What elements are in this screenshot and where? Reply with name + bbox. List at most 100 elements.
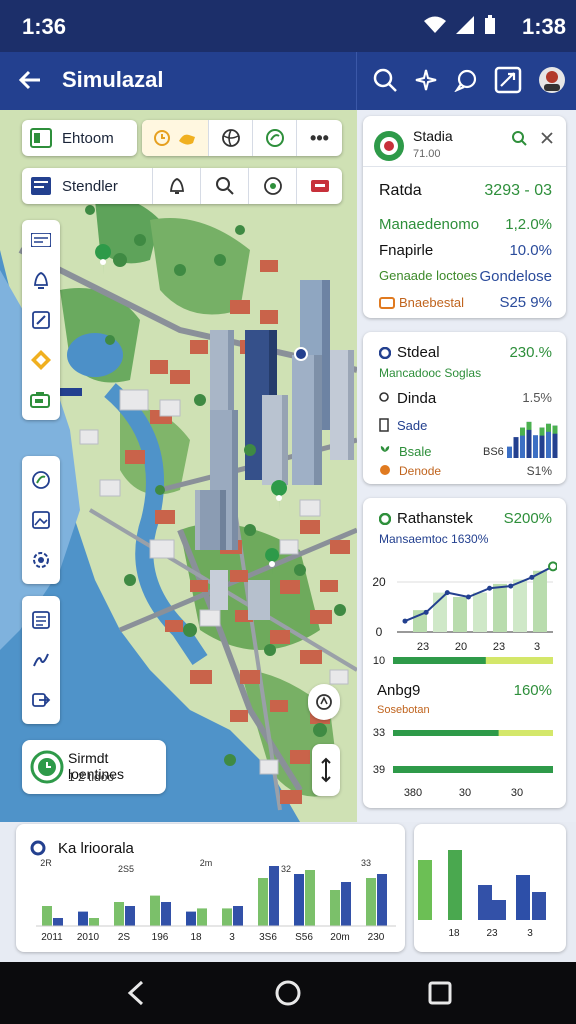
side-bell-icon[interactable] [22, 260, 60, 300]
search-icon[interactable] [511, 130, 527, 146]
chart2-bar [478, 885, 492, 920]
side-route-icon[interactable] [22, 640, 60, 680]
trend-title-value: S200% [503, 510, 552, 527]
stats-title-row: Ratda 3293 - 03 [379, 182, 552, 200]
bar-series-1 [78, 911, 88, 926]
appbar-divider [356, 52, 357, 110]
tool-search-cell[interactable] [200, 168, 248, 204]
progress-chart: 10 33 39 380 30 30 [373, 655, 553, 799]
tool-mode-cell[interactable] [142, 120, 208, 156]
stats-title: Ratda [379, 182, 422, 199]
map-frame-icon[interactable] [494, 66, 522, 94]
stats-title-value: 3293 - 03 [484, 182, 552, 199]
progress-tick: 33 [373, 727, 385, 739]
bar-series-2 [89, 918, 99, 926]
stock-bar-top [546, 423, 551, 432]
trend-point [423, 609, 429, 615]
side-toolbar-1 [22, 220, 60, 420]
trend-point [444, 590, 450, 596]
search-icon[interactable] [372, 67, 398, 93]
tool-bell-cell[interactable] [152, 168, 200, 204]
map-type-icon [31, 177, 51, 195]
bottom-x-tick: S56 [295, 932, 313, 943]
stock-bar-top [520, 427, 525, 436]
timer-icon [30, 750, 64, 784]
trend-point [487, 585, 493, 591]
side-menu-icon[interactable] [22, 220, 60, 260]
trend-subtitle: Mansaemtoc 1630% [379, 532, 489, 546]
stats-row-1: Manaedenomo 1,2.0% [379, 216, 552, 233]
bar-series-2 [305, 870, 315, 926]
info-icon [379, 392, 389, 402]
back-arrow-icon[interactable] [16, 66, 44, 94]
stock-subtitle: Mancadooc Soglas [379, 366, 482, 380]
search-icon [215, 177, 234, 195]
bar-series-2 [197, 908, 207, 926]
bar-series-1 [42, 906, 52, 926]
side-leaf-icon[interactable] [22, 460, 60, 500]
nav-recents-icon[interactable] [428, 981, 452, 1005]
bar-series-2 [161, 902, 171, 926]
stats-row-label: Bnaebestal [399, 295, 465, 310]
progress-tick: 39 [373, 764, 385, 776]
tool-location-cell[interactable] [252, 120, 296, 156]
chart2-bar [418, 860, 432, 920]
trend-chart: 20 0 23 20 23 3 [372, 561, 557, 653]
stock-title-row: Stdeal 230.% [379, 344, 552, 361]
side-toolbar-3 [22, 596, 60, 724]
trend-x-tick: 23 [417, 641, 429, 653]
close-icon[interactable] [541, 132, 553, 144]
tool-standard-cell[interactable]: Stendler [22, 168, 152, 204]
stock-row-label: Denode [399, 464, 442, 478]
trend-x-tick: 23 [493, 641, 505, 653]
stock-title-value: 230.% [509, 344, 552, 361]
more-icon[interactable]: ••• [296, 120, 342, 156]
tool-target-cell[interactable] [248, 168, 296, 204]
sparkle-icon[interactable] [414, 68, 438, 92]
map-view[interactable]: Ehtoom ••• Stendler Sirmdt loentines 1 2… [0, 110, 357, 822]
side-shield-icon[interactable] [22, 340, 60, 380]
doc-icon [379, 418, 389, 432]
trend-x-tick: 3 [534, 641, 540, 653]
elevation-button[interactable] [312, 744, 340, 796]
avatar[interactable] [538, 66, 566, 94]
app-bar: Simulazal [0, 52, 576, 110]
bar-series-1 [258, 878, 268, 926]
eco-icon [265, 129, 284, 147]
plant-icon [380, 446, 390, 458]
bottom-x-tick: 196 [152, 932, 169, 943]
height-icon [321, 757, 331, 783]
stats-card: Stadia 71.00 Ratda 3293 - 03 Manaedenomo… [363, 116, 566, 318]
tool-globe-cell[interactable] [208, 120, 252, 156]
side-toolbar-2 [22, 456, 60, 584]
bottom-panel: Ka lrioorala 2011 2010 2S 196 18 3 3S6 S56 20m 23… [0, 822, 576, 962]
side-image-icon[interactable] [22, 500, 60, 540]
progress-tick: 10 [373, 655, 385, 667]
map-toolbar-tools: ••• [142, 120, 342, 156]
side-edit-icon[interactable] [22, 300, 60, 340]
side-settings-icon[interactable] [22, 540, 60, 580]
bar-series-1 [222, 908, 232, 926]
nav-back-icon[interactable] [124, 979, 148, 1007]
side-share-icon[interactable] [22, 680, 60, 720]
stock-row-1: Dinda 1.5% [379, 390, 552, 407]
stats-row-label: Manaedenomo [379, 216, 480, 233]
map-info-card[interactable]: Sirmdt loentines 1 2 tidoo [22, 740, 166, 794]
toolbar-label-primary: Ehtoom [62, 129, 114, 147]
side-battery-icon[interactable] [22, 380, 60, 420]
side-list-icon[interactable] [22, 600, 60, 640]
trend-point [508, 583, 514, 589]
stats-row-value: S25 9% [499, 294, 552, 311]
stock-mini-chart [507, 421, 558, 458]
compass-button[interactable] [308, 684, 340, 720]
stats-row-value: 1,2.0% [505, 216, 552, 233]
bottom-x-tick: 3S6 [259, 932, 277, 943]
nav-home-icon[interactable] [274, 979, 302, 1007]
layers-icon[interactable] [30, 128, 52, 148]
chart2-bar [492, 900, 506, 920]
progress-fill [393, 657, 486, 664]
bottom-x-tick: 2010 [77, 932, 100, 943]
chat-icon[interactable] [454, 68, 478, 92]
tool-ticket-cell[interactable] [296, 168, 342, 204]
trend-title-row: Rathanstek S200% [379, 510, 552, 527]
